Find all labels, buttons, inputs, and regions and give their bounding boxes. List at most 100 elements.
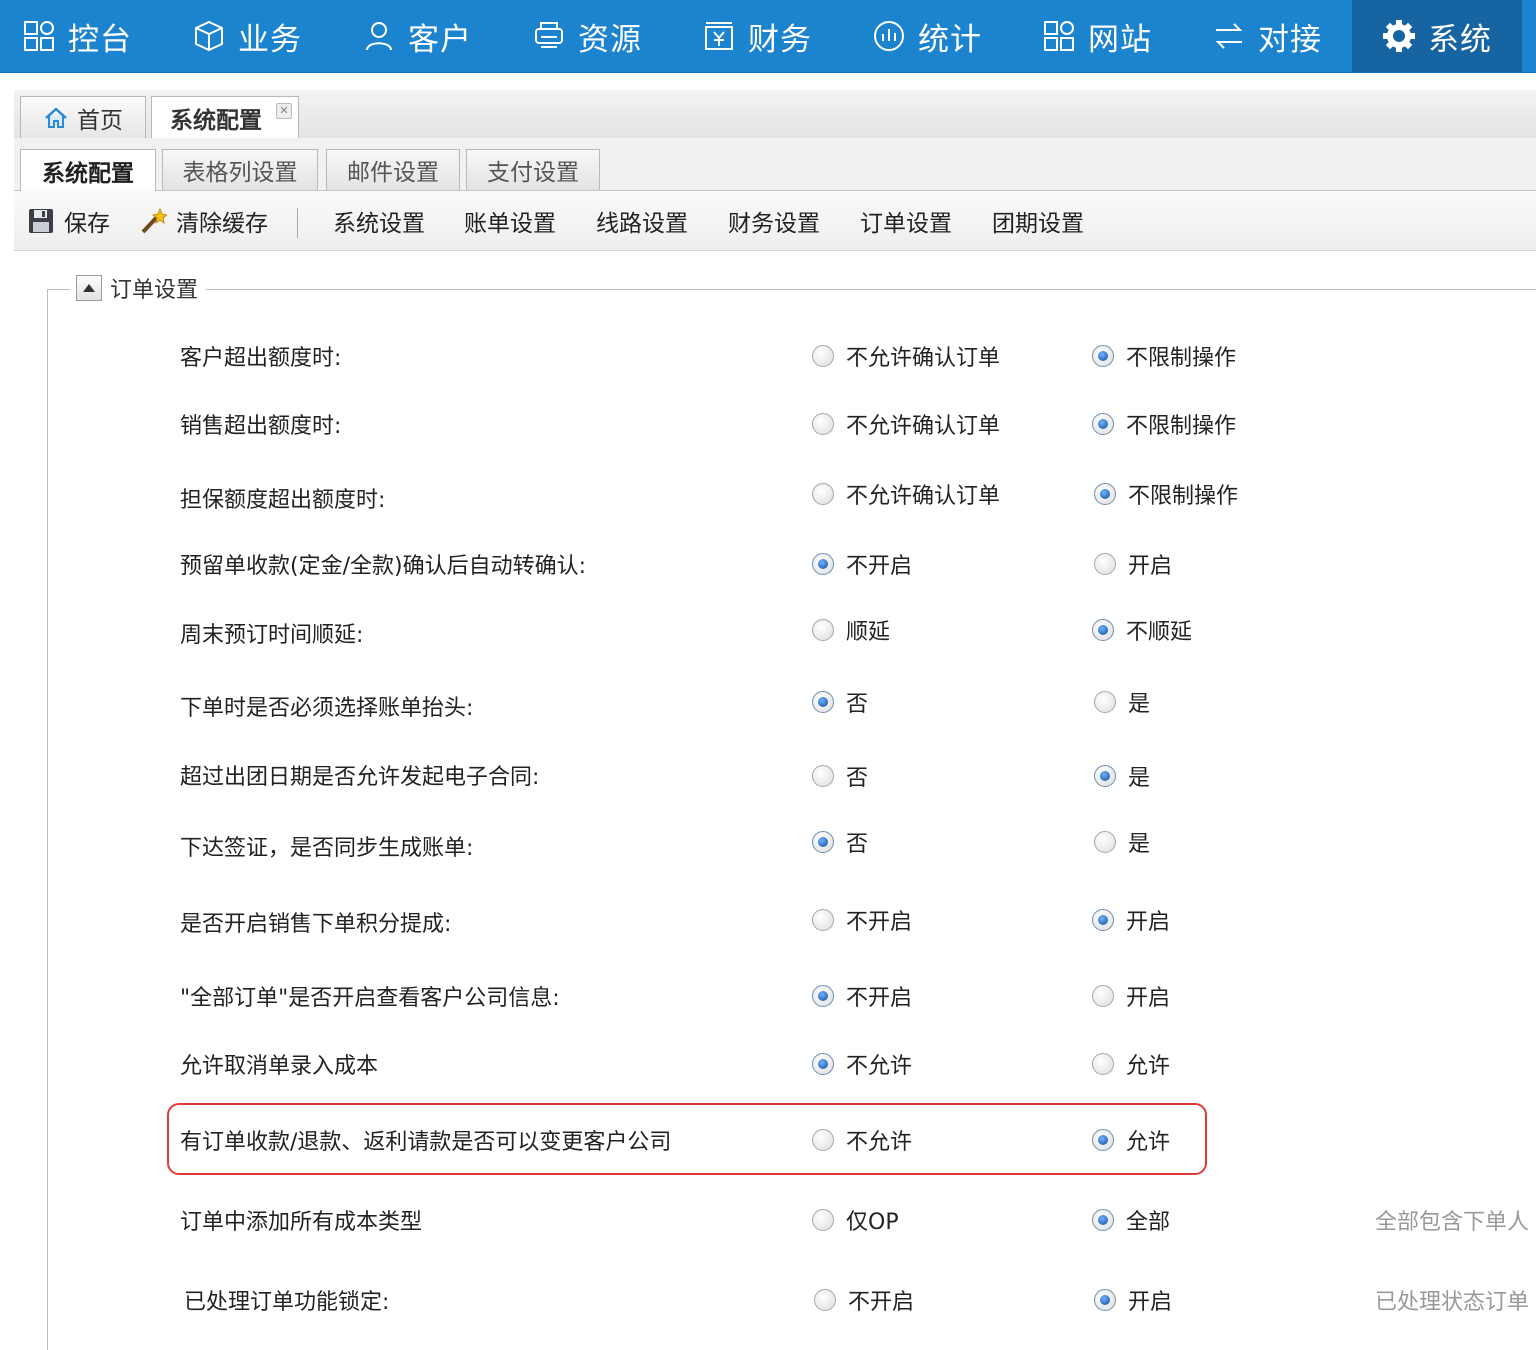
radio-option[interactable]: 不允许 — [812, 1124, 912, 1156]
radio-unchecked-icon[interactable] — [1092, 985, 1114, 1007]
clear-cache-button[interactable]: 清除缓存 — [138, 191, 268, 250]
radio-checked-icon[interactable] — [1092, 909, 1114, 931]
collapse-icon[interactable] — [76, 275, 102, 301]
radio-unchecked-icon[interactable] — [812, 909, 834, 931]
radio-checked-icon[interactable] — [1094, 1289, 1116, 1311]
radio-checked-icon[interactable] — [1092, 345, 1114, 367]
tab-home[interactable]: 首页 — [20, 96, 146, 139]
radio-checked-icon[interactable] — [1092, 1209, 1114, 1231]
nav-item-0[interactable]: 控台 — [22, 0, 132, 72]
radio-checked-icon[interactable] — [812, 553, 834, 575]
radio-option[interactable]: 允许 — [1092, 1048, 1170, 1080]
radio-option[interactable]: 不允许确认订单 — [812, 340, 1000, 372]
radio-unchecked-icon[interactable] — [812, 765, 834, 787]
radio-option[interactable]: 顺延 — [812, 614, 890, 646]
toolbar-link-2[interactable]: 线路设置 — [596, 191, 688, 250]
radio-checked-icon[interactable] — [1094, 483, 1116, 505]
toolbar-link-5[interactable]: 团期设置 — [992, 191, 1084, 250]
cube-icon — [192, 19, 226, 53]
radio-option-label: 不顺延 — [1126, 620, 1193, 645]
radio-unchecked-icon[interactable] — [812, 1129, 834, 1151]
radio-unchecked-icon[interactable] — [1094, 553, 1116, 575]
radio-option-label: 允许 — [1126, 1130, 1171, 1155]
nav-item-1[interactable]: 业务 — [192, 0, 302, 72]
toolbar-link-0[interactable]: 系统设置 — [333, 191, 425, 250]
nav-item-5[interactable]: 统计 — [872, 0, 982, 72]
radio-option-label: 不限制操作 — [1126, 346, 1237, 371]
save-button[interactable]: 保存 — [26, 191, 110, 250]
radio-unchecked-icon[interactable] — [812, 413, 834, 435]
order-settings-fieldset — [47, 289, 1536, 1350]
radio-checked-icon[interactable] — [1092, 619, 1114, 641]
radio-option[interactable]: 全部 — [1092, 1204, 1170, 1236]
radio-option[interactable]: 不允许确认订单 — [812, 478, 1000, 510]
radio-unchecked-icon[interactable] — [812, 483, 834, 505]
radio-option[interactable]: 仅OP — [812, 1204, 899, 1236]
radio-option[interactable]: 开启 — [1092, 904, 1170, 936]
radio-unchecked-icon[interactable] — [812, 1209, 834, 1231]
radio-option[interactable]: 是 — [1094, 760, 1150, 792]
radio-checked-icon[interactable] — [1092, 413, 1114, 435]
radio-checked-icon[interactable] — [1094, 765, 1116, 787]
radio-checked-icon[interactable] — [812, 691, 834, 713]
radio-option[interactable]: 不开启 — [812, 980, 912, 1012]
radio-option[interactable]: 不开启 — [812, 548, 912, 580]
nav-item-7[interactable]: 对接 — [1212, 0, 1322, 72]
radio-option[interactable]: 不顺延 — [1092, 614, 1192, 646]
home-icon — [43, 105, 69, 131]
radio-option-label: 否 — [846, 692, 869, 717]
radio-option[interactable]: 允许 — [1092, 1124, 1170, 1156]
subtab-0[interactable]: 系统配置 — [20, 149, 156, 191]
close-icon[interactable]: ✕ — [276, 103, 292, 119]
radio-option[interactable]: 否 — [812, 760, 868, 792]
setting-label: 担保额度超出额度时: — [180, 488, 386, 513]
radio-option-label: 不允许确认订单 — [846, 346, 1001, 371]
radio-option[interactable]: 是 — [1094, 826, 1150, 858]
radio-option-label: 开启 — [1128, 554, 1173, 579]
subtab-2[interactable]: 邮件设置 — [326, 149, 460, 190]
grid-icon — [1042, 19, 1076, 53]
radio-option[interactable]: 是 — [1094, 686, 1150, 718]
radio-checked-icon[interactable] — [812, 985, 834, 1007]
radio-option-label: 开启 — [1128, 1290, 1173, 1315]
radio-option[interactable]: 不允许 — [812, 1048, 912, 1080]
radio-option[interactable]: 不开启 — [814, 1284, 914, 1316]
nav-item-8[interactable]: 系统 — [1352, 0, 1522, 72]
radio-option[interactable]: 不限制操作 — [1092, 340, 1236, 372]
radio-option[interactable]: 否 — [812, 826, 868, 858]
radio-unchecked-icon[interactable] — [1094, 691, 1116, 713]
radio-option[interactable]: 不限制操作 — [1092, 408, 1236, 440]
radio-unchecked-icon[interactable] — [814, 1289, 836, 1311]
radio-option[interactable]: 不限制操作 — [1094, 478, 1238, 510]
section-title: 订单设置 — [110, 278, 199, 303]
radio-option[interactable]: 开启 — [1094, 1284, 1172, 1316]
magic-wand-icon — [138, 206, 168, 236]
toolbar-link-4[interactable]: 订单设置 — [860, 191, 952, 250]
toolbar-link-1[interactable]: 账单设置 — [464, 191, 556, 250]
toolbar-link-3[interactable]: 财务设置 — [728, 191, 820, 250]
radio-unchecked-icon[interactable] — [1094, 831, 1116, 853]
subtab-3[interactable]: 支付设置 — [466, 149, 600, 190]
radio-unchecked-icon[interactable] — [812, 619, 834, 641]
tab-system-config[interactable]: 系统配置 ✕ — [151, 96, 299, 139]
setting-label: "全部订单"是否开启查看客户公司信息: — [180, 986, 560, 1011]
nav-item-3[interactable]: 资源 — [532, 0, 642, 72]
nav-item-2[interactable]: 客户 — [362, 0, 472, 72]
radio-unchecked-icon[interactable] — [1092, 1053, 1114, 1075]
setting-label: 允许取消单录入成本 — [180, 1054, 379, 1079]
radio-checked-icon[interactable] — [812, 831, 834, 853]
radio-checked-icon[interactable] — [1092, 1129, 1114, 1151]
radio-option[interactable]: 不允许确认订单 — [812, 408, 1000, 440]
subtab-1[interactable]: 表格列设置 — [162, 149, 318, 190]
setting-label: 已处理订单功能锁定: — [184, 1290, 390, 1315]
radio-checked-icon[interactable] — [812, 1053, 834, 1075]
nav-item-4[interactable]: 财务 — [702, 0, 812, 72]
radio-option-label: 不允许确认订单 — [846, 414, 1001, 439]
radio-option[interactable]: 开启 — [1092, 980, 1170, 1012]
radio-option[interactable]: 开启 — [1094, 548, 1172, 580]
radio-unchecked-icon[interactable] — [812, 345, 834, 367]
nav-item-6[interactable]: 网站 — [1042, 0, 1152, 72]
radio-option-label: 不限制操作 — [1128, 484, 1239, 509]
radio-option[interactable]: 否 — [812, 686, 868, 718]
radio-option[interactable]: 不开启 — [812, 904, 912, 936]
